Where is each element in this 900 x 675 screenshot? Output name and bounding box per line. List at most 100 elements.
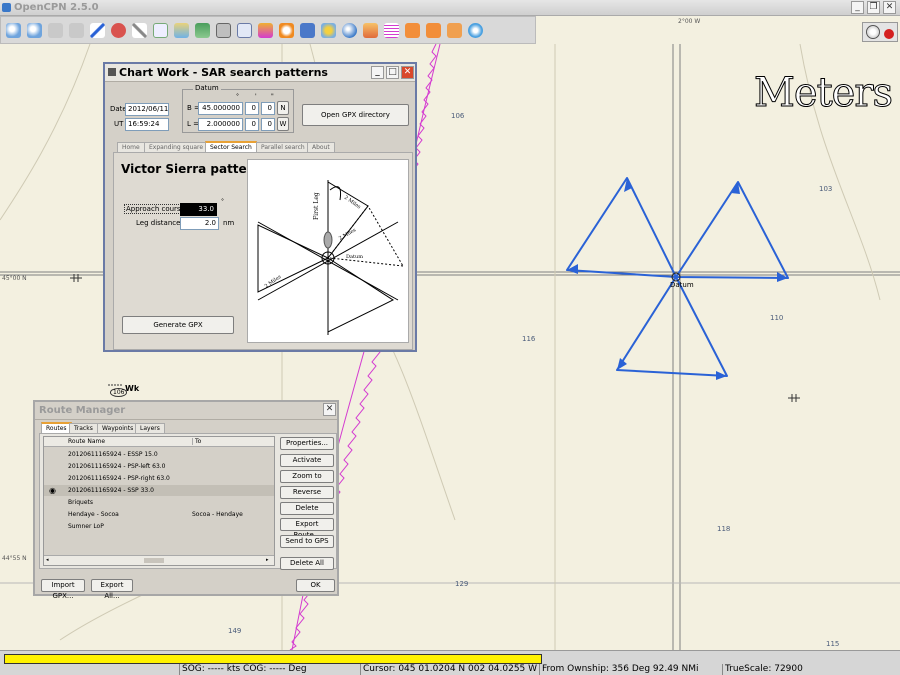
- gps-status-icon: [884, 29, 894, 39]
- lat-degrees-field[interactable]: 45.000000: [198, 102, 243, 115]
- compass-widget[interactable]: [862, 22, 898, 42]
- import-gpx-button[interactable]: Import GPX...: [41, 579, 85, 600]
- ut-field[interactable]: 16:59:24: [125, 118, 169, 131]
- table-row[interactable]: Hendaye - Socoa Socoa - Hendaye: [44, 509, 274, 520]
- help-icon[interactable]: [298, 21, 317, 40]
- column-route-name[interactable]: Route Name: [68, 438, 105, 445]
- close-button[interactable]: ✕: [883, 1, 896, 14]
- lon-minutes-field[interactable]: 0: [245, 118, 259, 131]
- tab-about[interactable]: About: [307, 142, 335, 152]
- route-name-cell: 20120611165924 - ESSP 15.0: [68, 451, 158, 458]
- chart-work-icon[interactable]: [382, 21, 401, 40]
- activate-button[interactable]: Activate: [280, 454, 334, 467]
- approach-course-field[interactable]: 33.0: [180, 203, 217, 216]
- scroll-left-icon[interactable]: ◂: [46, 558, 50, 563]
- visible-eye-icon[interactable]: ◉: [49, 486, 56, 495]
- delete-all-button[interactable]: Delete All: [280, 557, 334, 570]
- reverse-button[interactable]: Reverse: [280, 486, 334, 499]
- lat-seconds-field[interactable]: 0: [261, 102, 275, 115]
- ownship-status: From Ownship: 356 Deg 92.49 NMi: [539, 664, 721, 675]
- table-row[interactable]: Sumner LoP: [44, 521, 274, 532]
- weather-icon[interactable]: [445, 21, 464, 40]
- scroll-thumb[interactable]: [144, 558, 164, 563]
- first-leg-label: First Leg: [313, 192, 320, 220]
- settings-icon[interactable]: [235, 21, 254, 40]
- route-to-cell: Socoa - Hendaye: [192, 511, 243, 518]
- print-icon[interactable]: [214, 21, 233, 40]
- lon-degrees-field[interactable]: 2.000000: [198, 118, 243, 131]
- route-manager-dialog: Route Manager ✕ Routes Tracks Waypoints …: [33, 400, 339, 600]
- maximize-button[interactable]: ❐: [867, 1, 880, 14]
- generate-gpx-button[interactable]: Generate GPX: [122, 316, 234, 334]
- table-row[interactable]: ◉ 20120611165924 - SSP 33.0: [44, 485, 274, 496]
- sector-search-panel: Victor Sierra pattern Approach course = …: [113, 152, 413, 350]
- sog-cog-status: SOG: ----- kts COG: ----- Deg: [179, 664, 359, 675]
- cursor-status: Cursor: 045 01.0204 N 002 04.0255 W: [360, 664, 538, 675]
- routes-horizontal-scrollbar[interactable]: ◂ ▸: [44, 555, 274, 565]
- table-row[interactable]: 20120611165924 - PSP-left 63.0: [44, 461, 274, 472]
- chart-quilt-icon[interactable]: [172, 21, 191, 40]
- tab-routes[interactable]: Routes: [41, 422, 72, 433]
- depth-sounding: 116: [522, 335, 536, 343]
- sar-maximize-button[interactable]: □: [386, 66, 399, 79]
- sar-minimize-button[interactable]: _: [371, 66, 384, 79]
- current-icon[interactable]: [277, 21, 296, 40]
- ok-button[interactable]: OK: [296, 579, 335, 592]
- second-header: ": [271, 93, 274, 100]
- date-field[interactable]: 2012/06/11: [125, 103, 169, 116]
- tab-sector-search[interactable]: Sector Search: [205, 141, 257, 152]
- routes-list[interactable]: Route Name To 20120611165924 - ESSP 15.0…: [43, 436, 275, 566]
- send-to-gps-button[interactable]: Send to GPS: [280, 535, 334, 548]
- folder-icon[interactable]: [193, 21, 212, 40]
- grib-icon[interactable]: [403, 21, 422, 40]
- lon-hemisphere-button[interactable]: W: [277, 117, 289, 131]
- column-to[interactable]: To: [192, 438, 201, 445]
- lon-seconds-field[interactable]: 0: [261, 118, 275, 131]
- ais-icon[interactable]: [466, 21, 485, 40]
- logbook-icon[interactable]: [424, 21, 443, 40]
- open-gpx-directory-button[interactable]: Open GPX directory: [302, 104, 409, 126]
- sar-close-button[interactable]: ✕: [401, 66, 414, 79]
- scale-out-icon[interactable]: [67, 21, 86, 40]
- tab-home[interactable]: Home: [117, 142, 145, 152]
- tide-icon[interactable]: [256, 21, 275, 40]
- plugin-icon[interactable]: [319, 21, 338, 40]
- globe-icon[interactable]: [340, 21, 359, 40]
- lat-hemisphere-button[interactable]: N: [277, 101, 289, 115]
- lat-minutes-field[interactable]: 0: [245, 102, 259, 115]
- tab-waypoints[interactable]: Waypoints: [97, 423, 139, 433]
- minimize-button[interactable]: _: [851, 1, 864, 14]
- tab-layers[interactable]: Layers: [135, 423, 165, 433]
- measure-icon[interactable]: [130, 21, 149, 40]
- route-manager-title-bar: Route Manager ✕: [35, 402, 337, 420]
- route-manager-title: Route Manager: [39, 405, 126, 416]
- depth-sounding: 149: [228, 627, 242, 635]
- truescale-status: TrueScale: 72900: [722, 664, 900, 675]
- tab-tracks[interactable]: Tracks: [69, 423, 98, 433]
- minute-header: ': [255, 93, 257, 100]
- leg-distance-field[interactable]: 2.0: [180, 217, 219, 230]
- degree-header: °: [236, 93, 239, 100]
- zoom-in-icon[interactable]: [4, 21, 23, 40]
- waypoint-icon[interactable]: [109, 21, 128, 40]
- route-manager-close-button[interactable]: ✕: [323, 403, 336, 416]
- table-row[interactable]: 20120611165924 - ESSP 15.0: [44, 449, 274, 460]
- depth-sounding: 110: [770, 314, 784, 322]
- zoom-to-button[interactable]: Zoom to: [280, 470, 334, 483]
- scale-in-icon[interactable]: [46, 21, 65, 40]
- datum-group: Datum ° ' " B = 45.000000 0 0 N L = 2.00…: [182, 84, 294, 133]
- track-icon[interactable]: [151, 21, 170, 40]
- scroll-right-icon[interactable]: ▸: [266, 558, 270, 563]
- export-all-button[interactable]: Export All...: [91, 579, 133, 600]
- delete-button[interactable]: Delete: [280, 502, 334, 515]
- sar-icon[interactable]: [361, 21, 380, 40]
- zoom-out-icon[interactable]: [25, 21, 44, 40]
- tab-parallel-search[interactable]: Parallel search: [256, 142, 310, 152]
- table-row[interactable]: Briquets: [44, 497, 274, 508]
- export-route-button[interactable]: Export Route...: [280, 518, 334, 539]
- table-row[interactable]: 20120611165924 - PSP-right 63.0: [44, 473, 274, 484]
- route-icon[interactable]: [88, 21, 107, 40]
- tab-expanding-square[interactable]: Expanding square: [144, 142, 209, 152]
- properties-button[interactable]: Properties...: [280, 437, 334, 450]
- dialog-icon: [108, 68, 116, 76]
